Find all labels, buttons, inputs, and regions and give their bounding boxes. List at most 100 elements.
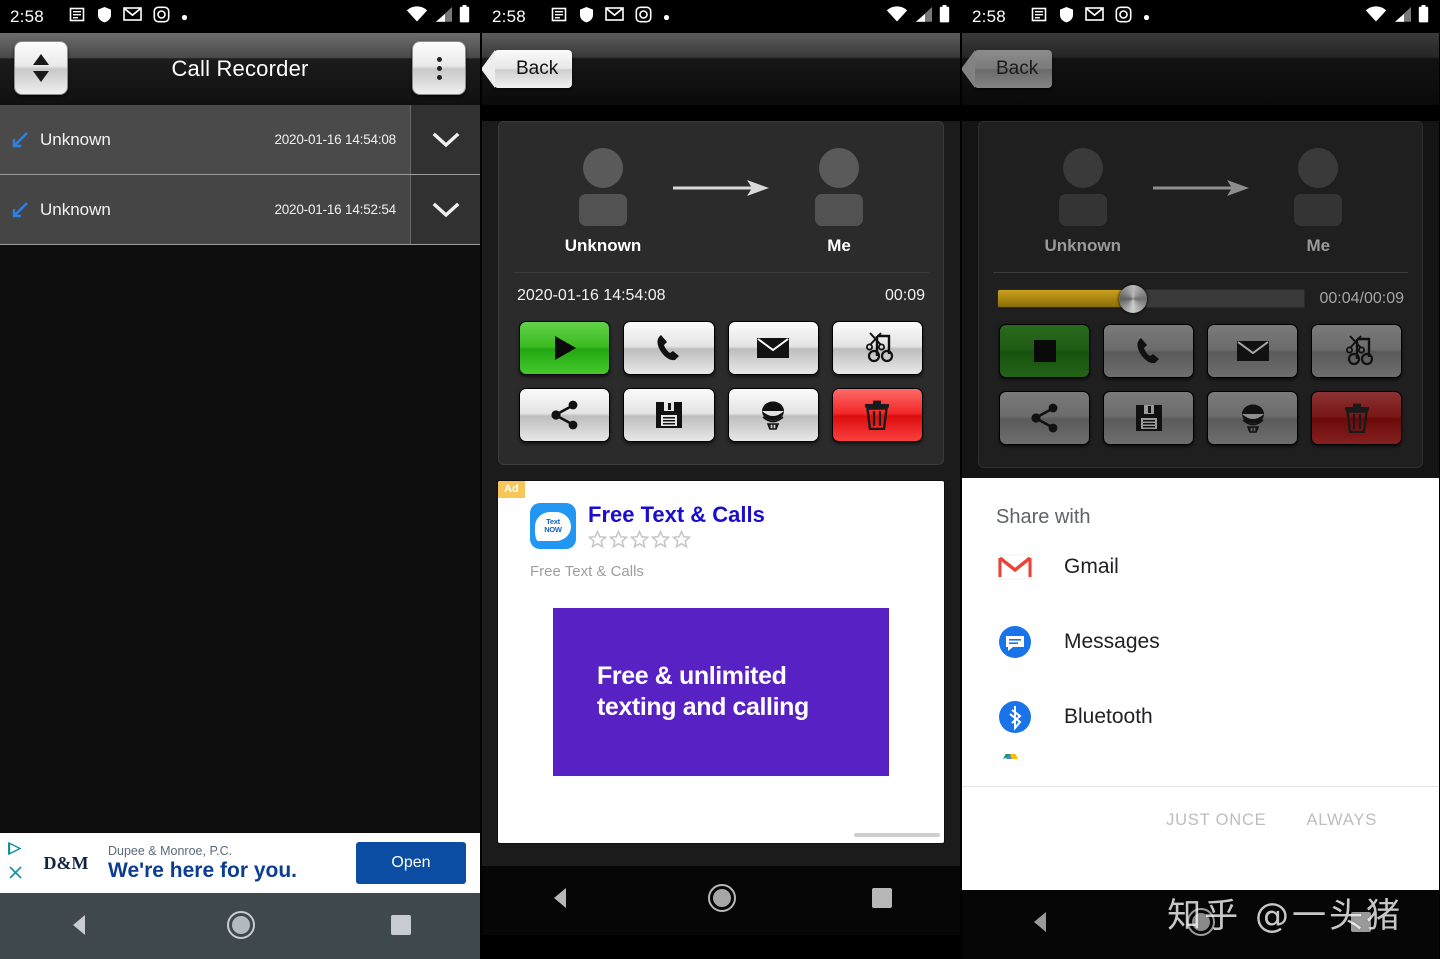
call-parties: Unknown Me bbox=[513, 132, 929, 262]
cell-signal-icon bbox=[434, 6, 453, 28]
call-timestamp: 2020-01-16 14:54:08 bbox=[274, 132, 396, 147]
back-button[interactable]: Back bbox=[962, 50, 1053, 88]
call-button[interactable] bbox=[623, 321, 715, 375]
android-nav-bar bbox=[0, 893, 480, 959]
seek-bar[interactable] bbox=[997, 284, 1306, 313]
trim-button[interactable] bbox=[831, 321, 923, 375]
delete-button[interactable] bbox=[831, 388, 923, 442]
just-once-button[interactable]: JUST ONCE bbox=[1166, 811, 1266, 830]
trim-button[interactable] bbox=[1311, 324, 1402, 378]
table-row[interactable]: Unknown 2020-01-16 14:54:08 bbox=[0, 105, 480, 175]
android-nav-bar bbox=[482, 866, 960, 935]
callee-name: Me bbox=[827, 236, 851, 255]
nav-back-icon[interactable] bbox=[1028, 909, 1054, 940]
sort-button[interactable] bbox=[14, 41, 68, 95]
callee-block: Me bbox=[769, 146, 909, 256]
envelope-icon bbox=[757, 338, 790, 358]
share-sheet: Share with Gmail Messages Bluetooth JUST… bbox=[962, 478, 1439, 890]
call-button[interactable] bbox=[1103, 324, 1194, 378]
call-list: Unknown 2020-01-16 14:54:08 Unknown 2020… bbox=[0, 105, 480, 833]
share-target-google-drive[interactable] bbox=[962, 754, 1439, 780]
avatar bbox=[1058, 148, 1107, 226]
stop-button[interactable] bbox=[999, 324, 1090, 378]
expand-row-button[interactable] bbox=[410, 105, 480, 174]
ad-advertiser-name: Dupee & Monroe, P.C. bbox=[108, 843, 233, 858]
status-bar-left: 2:58 bbox=[492, 5, 886, 28]
close-icon[interactable] bbox=[8, 865, 23, 885]
nav-home-icon[interactable] bbox=[707, 883, 737, 918]
advertiser-logo: D&M bbox=[43, 852, 89, 873]
seek-bar-handle[interactable] bbox=[1118, 284, 1147, 313]
ad-scrollbar[interactable] bbox=[854, 833, 940, 837]
share-button[interactable] bbox=[519, 388, 611, 442]
app-icon-label-bottom: NOW bbox=[544, 525, 562, 534]
share-target-gmail[interactable]: Gmail bbox=[962, 529, 1439, 604]
ad-open-button[interactable]: Open bbox=[356, 842, 466, 884]
expand-row-button[interactable] bbox=[410, 175, 480, 244]
nav-back-icon[interactable] bbox=[548, 885, 574, 916]
screenshot-stage: 2:58 Call Recorder Unknown 2020-01-16 14… bbox=[0, 0, 1440, 959]
ad-choices-icon[interactable] bbox=[7, 841, 23, 860]
gmail-icon bbox=[1085, 6, 1104, 27]
page-title: Call Recorder bbox=[171, 56, 309, 81]
share-sheet-actions: JUST ONCE ALWAYS bbox=[962, 787, 1439, 830]
nav-home-icon[interactable] bbox=[226, 910, 256, 945]
callee-block: Me bbox=[1249, 146, 1389, 256]
always-button[interactable]: ALWAYS bbox=[1306, 811, 1377, 830]
battery-icon bbox=[1418, 5, 1429, 28]
call-duration: 00:09 bbox=[884, 287, 925, 304]
nav-back-icon[interactable] bbox=[67, 912, 93, 943]
inline-ad-card[interactable]: Ad Text NOW Free Text & Calls Free Text … bbox=[498, 481, 944, 843]
robot-button[interactable] bbox=[1207, 391, 1298, 445]
messages-icon bbox=[996, 623, 1034, 661]
share-target-bluetooth[interactable]: Bluetooth bbox=[962, 679, 1439, 754]
email-button[interactable] bbox=[727, 321, 819, 375]
nav-home-icon[interactable] bbox=[1186, 907, 1216, 942]
scissors-music-icon bbox=[1345, 335, 1373, 366]
caller-block: Unknown bbox=[1013, 146, 1153, 256]
avatar bbox=[815, 148, 863, 226]
ad-subtitle: Free Text & Calls bbox=[530, 563, 644, 580]
delete-button[interactable] bbox=[1311, 391, 1402, 445]
floppy-disk-icon bbox=[1135, 405, 1162, 431]
sort-icon bbox=[33, 54, 49, 82]
nav-recents-icon[interactable] bbox=[1349, 910, 1373, 939]
wifi-icon bbox=[406, 5, 428, 28]
nav-recents-icon[interactable] bbox=[389, 913, 413, 942]
share-target-messages[interactable]: Messages bbox=[962, 604, 1439, 679]
star-icon bbox=[630, 530, 649, 549]
overflow-menu-icon bbox=[436, 56, 442, 80]
gmail-icon bbox=[605, 6, 624, 27]
share-button[interactable] bbox=[999, 391, 1090, 445]
dot-icon bbox=[1143, 8, 1150, 26]
instagram-icon bbox=[1115, 5, 1132, 28]
save-button[interactable] bbox=[623, 388, 715, 442]
back-button[interactable]: Back bbox=[482, 50, 573, 88]
instagram-icon bbox=[153, 5, 170, 28]
ad-text-block: Free Text & Calls bbox=[588, 503, 765, 549]
save-button[interactable] bbox=[1103, 391, 1194, 445]
scissors-music-icon bbox=[866, 332, 894, 363]
robot-button[interactable] bbox=[727, 388, 819, 442]
email-button[interactable] bbox=[1207, 324, 1298, 378]
table-row[interactable]: Unknown 2020-01-16 14:52:54 bbox=[0, 175, 480, 245]
play-button[interactable] bbox=[519, 321, 611, 375]
news-icon bbox=[1031, 6, 1048, 28]
call-date: 2020-01-16 14:54:08 bbox=[517, 287, 666, 304]
nav-recents-icon[interactable] bbox=[870, 886, 894, 915]
star-icon bbox=[588, 530, 607, 549]
banner-ad[interactable]: D&M Dupee & Monroe, P.C. We're here for … bbox=[0, 833, 480, 893]
detail-title-bar: Back bbox=[482, 33, 960, 105]
share-sheet-title: Share with bbox=[996, 506, 1091, 528]
ad-promo-banner[interactable]: Free & unlimited texting and calling bbox=[553, 608, 889, 776]
overflow-menu-button[interactable] bbox=[412, 41, 466, 95]
dot-icon bbox=[663, 8, 670, 26]
battery-icon bbox=[459, 5, 470, 28]
textnow-bubble-icon: Text NOW bbox=[535, 511, 571, 541]
phone-icon bbox=[1136, 338, 1159, 364]
app-icon: Text NOW bbox=[530, 503, 576, 549]
bluetooth-icon bbox=[996, 698, 1034, 736]
panel-share-sheet: 2:58 Back Unknown Me 00:04/00:09 Share w… bbox=[962, 0, 1439, 959]
call-info-card: Unknown Me 2020-01-16 14:54:08 00:09 bbox=[498, 121, 944, 465]
floppy-disk-icon bbox=[655, 402, 682, 428]
